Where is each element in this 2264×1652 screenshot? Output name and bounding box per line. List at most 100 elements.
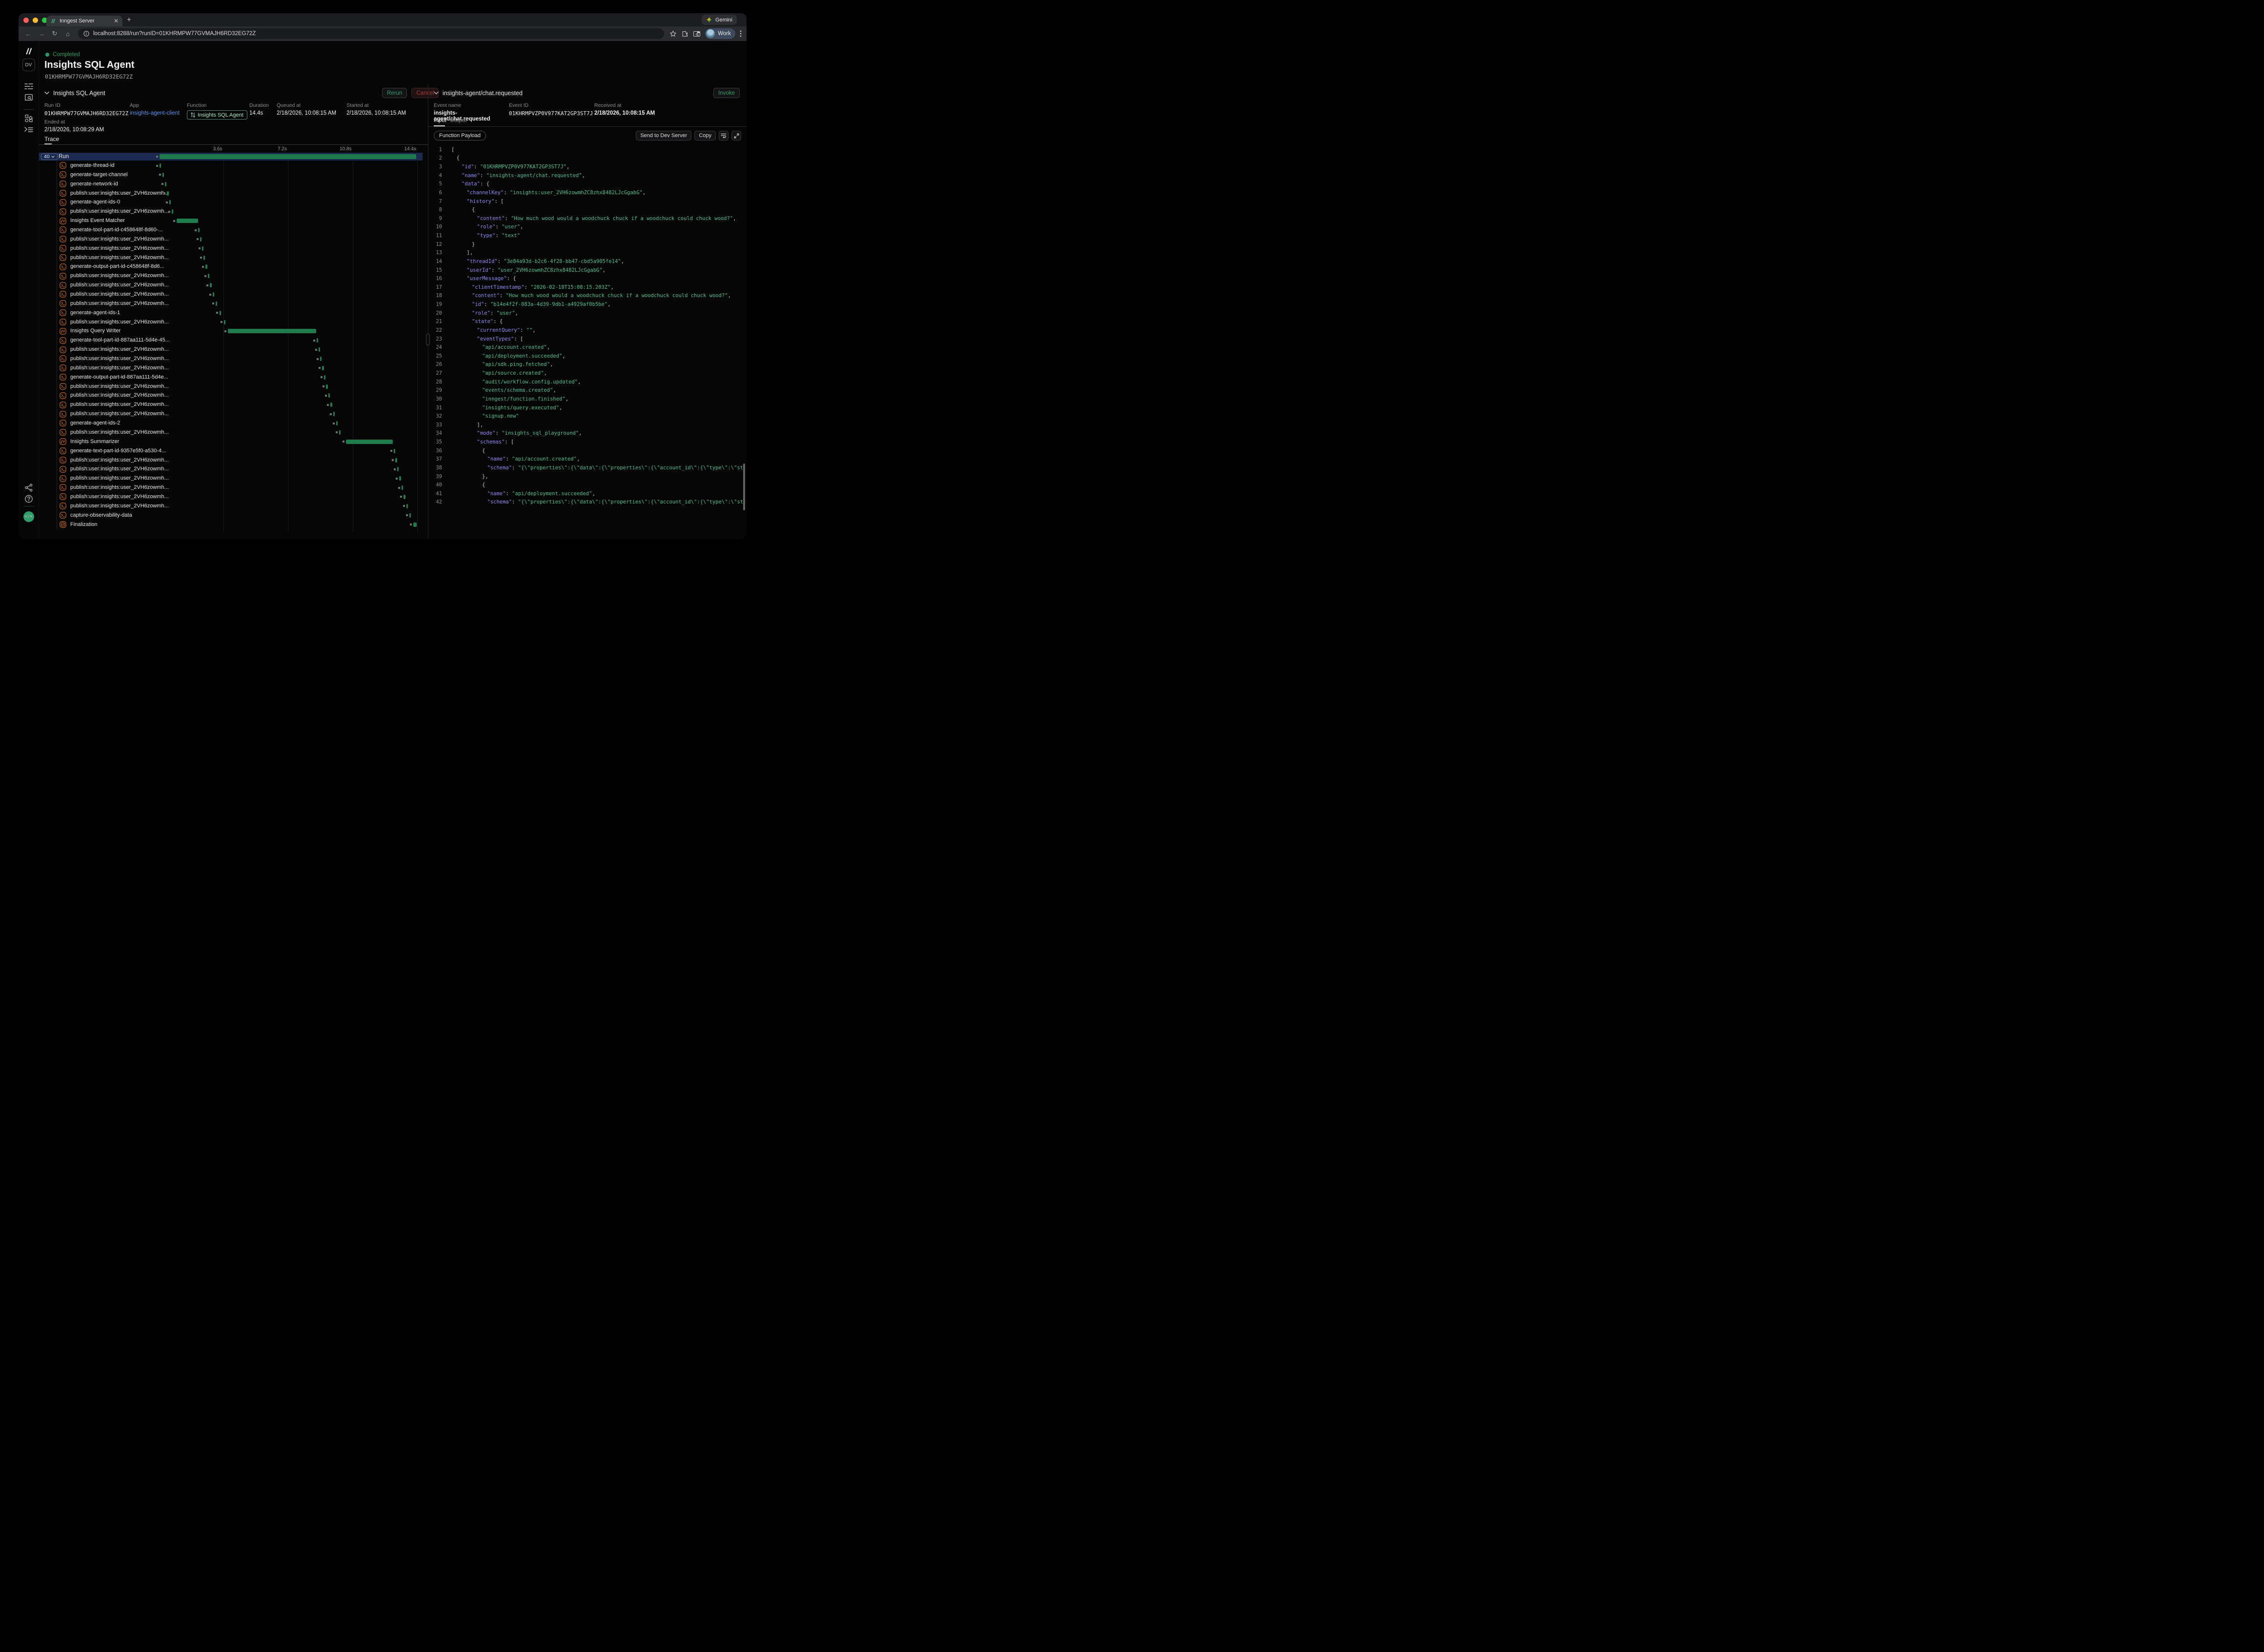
step-span-bar[interactable]	[210, 283, 211, 287]
trace-row[interactable]: publish:user:insights:user_2VH6zowmh...	[39, 281, 423, 290]
step-span-bar[interactable]	[404, 495, 405, 499]
trace-row[interactable]: publish:user:insights:user_2VH6zowmh...	[39, 253, 423, 262]
copy-button[interactable]: Copy	[694, 131, 716, 141]
run-children-badge[interactable]: 40	[41, 153, 58, 160]
step-span-bar[interactable]	[317, 338, 318, 342]
trace-row[interactable]: generate-agent-ids-0	[39, 198, 423, 207]
step-span-bar[interactable]	[200, 237, 202, 242]
trace-row[interactable]: publish:user:insights:user_2VH6zowmh...	[39, 189, 423, 198]
function-payload-button[interactable]: Function Payload	[434, 131, 486, 141]
dev-tools-button[interactable]: </>	[23, 511, 34, 522]
step-span-bar[interactable]	[397, 467, 399, 471]
trace-row[interactable]: publish:user:insights:user_2VH6zowmh...	[39, 318, 423, 327]
step-span-bar[interactable]	[394, 449, 395, 453]
forward-icon[interactable]: →	[37, 30, 46, 38]
word-wrap-button[interactable]	[719, 131, 728, 141]
step-span-bar[interactable]	[395, 458, 397, 463]
step-span-bar[interactable]	[169, 200, 171, 204]
help-icon[interactable]	[24, 495, 33, 503]
event-section-title[interactable]: insights-agent/chat.requested	[443, 90, 523, 97]
step-span-bar[interactable]	[346, 440, 393, 444]
run-section-title[interactable]: Insights SQL Agent	[53, 90, 105, 97]
trace-row[interactable]: publish:user:insights:user_2VH6zowmh...	[39, 382, 423, 391]
trace-row[interactable]: Insights Query Writer	[39, 326, 423, 336]
trace-row[interactable]: generate-tool-part-id-c458648f-8d60-...	[39, 225, 423, 235]
send-to-dev-server-button[interactable]: Send to Dev Server	[636, 131, 691, 141]
trace-row[interactable]: publish:user:insights:user_2VH6zowmh...	[39, 299, 423, 308]
trace-row[interactable]: generate-tool-part-id-887aa111-5d4e-45..…	[39, 336, 423, 345]
trace-row[interactable]: Insights Summarizer	[39, 437, 423, 446]
trace-row[interactable]: generate-thread-id	[39, 161, 423, 170]
trace-row[interactable]: generate-target-channel	[39, 170, 423, 180]
url-bar[interactable]: localhost:8288/run?runID=01KHRMPW77GVMAJ…	[78, 28, 664, 39]
step-span-bar[interactable]	[336, 421, 338, 425]
share-icon[interactable]	[24, 484, 33, 492]
trace-row[interactable]: publish:user:insights:user_2VH6zowmh...	[39, 363, 423, 373]
step-span-bar[interactable]	[177, 219, 198, 223]
trace-row[interactable]: Finalization	[39, 520, 423, 529]
step-span-bar[interactable]	[216, 302, 217, 306]
step-span-bar[interactable]	[402, 485, 403, 490]
trace-row[interactable]: publish:user:insights:user_2VH6zowmh...	[39, 290, 423, 299]
tab-input[interactable]: Input	[434, 118, 446, 123]
trace-row[interactable]: publish:user:insights:user_2VH6zowmh...	[39, 391, 423, 400]
home-icon[interactable]: ⌂	[63, 30, 73, 38]
dev-server-terminal-icon[interactable]	[24, 126, 33, 133]
trace-row[interactable]: publish:user:insights:user_2VH6zowmh...	[39, 428, 423, 437]
rerun-button[interactable]: Rerun	[382, 88, 407, 98]
step-span-bar[interactable]	[326, 384, 327, 389]
step-span-bar[interactable]	[203, 256, 205, 260]
run-span-bar[interactable]	[160, 154, 417, 159]
step-span-bar[interactable]	[333, 412, 335, 416]
step-span-bar[interactable]	[162, 173, 164, 177]
tab-trace[interactable]: Trace	[44, 136, 59, 142]
step-span-bar[interactable]	[172, 209, 173, 214]
event-search-icon[interactable]	[24, 94, 33, 102]
payload-json-editor[interactable]: 1[2{3"id": "01KHRMPVZP0V977KAT2GP3ST7J",…	[428, 145, 744, 539]
trace-row[interactable]: publish:user:insights:user_2VH6zowmh...	[39, 474, 423, 483]
trace-row[interactable]: publish:user:insights:user_2VH6zowmh...	[39, 235, 423, 244]
trace-row[interactable]: publish:user:insights:user_2VH6zowmh...	[39, 492, 423, 502]
step-span-bar[interactable]	[228, 329, 316, 333]
reading-mode-search-icon[interactable]	[693, 30, 701, 38]
tab-close-icon[interactable]: ✕	[114, 18, 119, 24]
step-span-bar[interactable]	[328, 393, 330, 398]
trace-run-row[interactable]: 40 Run	[39, 153, 423, 161]
expand-button[interactable]	[731, 131, 741, 141]
step-span-bar[interactable]	[167, 191, 168, 196]
step-span-bar[interactable]	[399, 476, 401, 481]
extensions-icon[interactable]	[681, 30, 688, 38]
trace-row[interactable]: publish:user:insights:user_2VH6zowmh...	[39, 244, 423, 253]
site-info-icon[interactable]	[83, 31, 89, 37]
step-span-bar[interactable]	[339, 430, 341, 435]
trace-row[interactable]: generate-agent-ids-1	[39, 308, 423, 318]
step-span-bar[interactable]	[198, 228, 200, 232]
trace-row[interactable]: publish:user:insights:user_2VH6zowmh...	[39, 345, 423, 354]
trace-row[interactable]: Insights Event Matcher	[39, 216, 423, 225]
gemini-button[interactable]: Gemini	[702, 15, 737, 25]
close-window-button[interactable]	[23, 18, 29, 23]
browser-tab[interactable]: Inngest Server ✕	[46, 16, 122, 26]
kebab-menu-icon[interactable]	[740, 30, 742, 37]
invoke-button[interactable]: Invoke	[713, 88, 740, 98]
step-span-bar[interactable]	[413, 523, 417, 527]
minimize-window-button[interactable]	[33, 18, 38, 23]
chevron-down-icon[interactable]	[434, 91, 439, 95]
trace-row[interactable]: publish:user:insights:user_2VH6zowmh...	[39, 502, 423, 511]
step-span-bar[interactable]	[320, 357, 322, 361]
step-span-bar[interactable]	[322, 366, 323, 370]
trace-row[interactable]: capture-observability-data	[39, 511, 423, 520]
function-pill[interactable]: Insights SQL Agent	[187, 110, 247, 120]
step-span-bar[interactable]	[330, 403, 332, 407]
step-span-bar[interactable]	[208, 274, 209, 278]
step-span-bar[interactable]	[324, 375, 325, 380]
trace-row[interactable]: publish:user:insights:user_2VH6zowmh...	[39, 456, 423, 465]
trace-row[interactable]: publish:user:insights:user_2VH6zowmh...	[39, 400, 423, 409]
code-scrollbar[interactable]	[743, 463, 745, 510]
step-span-bar[interactable]	[202, 246, 203, 251]
runs-filter-icon[interactable]	[24, 83, 33, 90]
step-span-bar[interactable]	[213, 292, 214, 297]
chevron-down-icon[interactable]	[44, 91, 49, 95]
trace-row[interactable]: generate-text-part-id-9357e5f0-a530-4...	[39, 446, 423, 456]
trace-row[interactable]: publish:user:insights:user_2VH6zowmh...	[39, 354, 423, 363]
